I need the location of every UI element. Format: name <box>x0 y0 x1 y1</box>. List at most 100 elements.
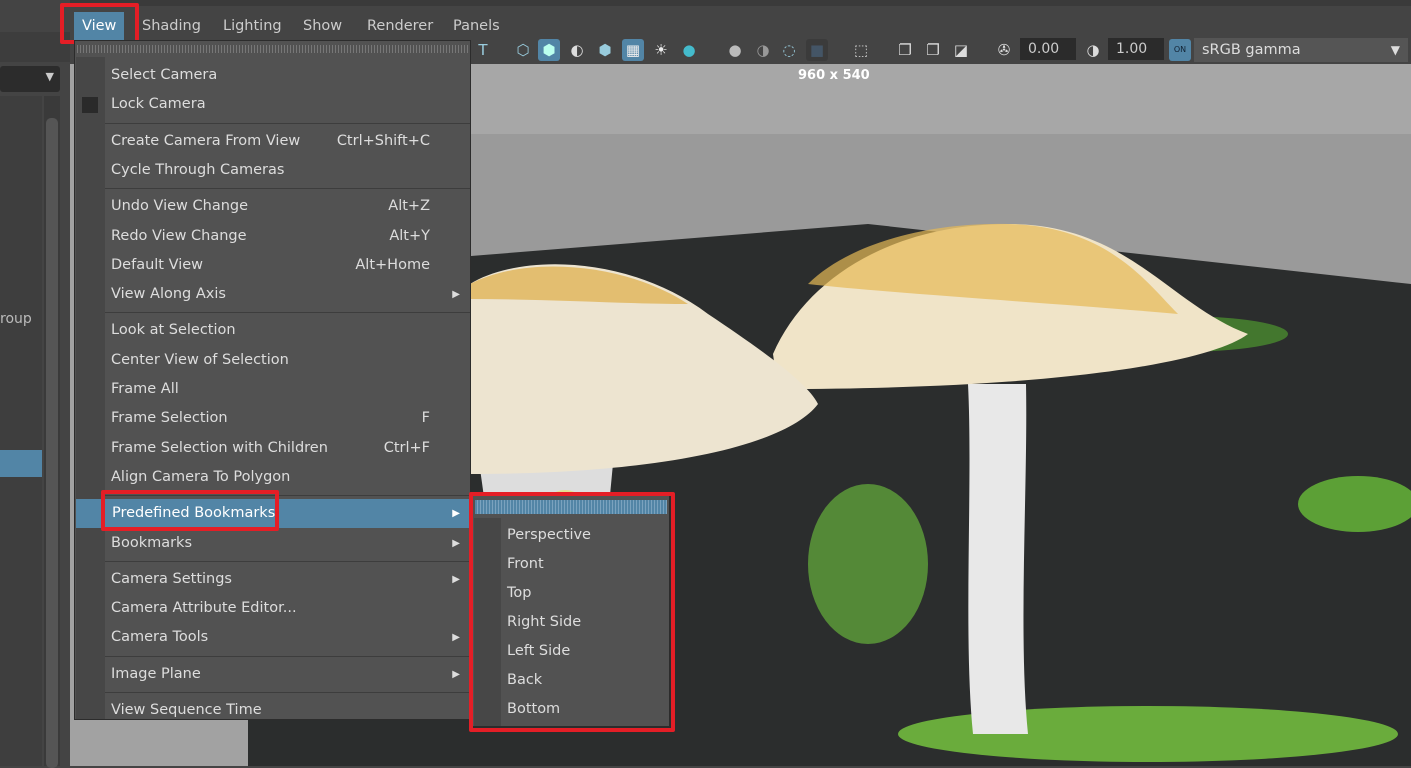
menu-item[interactable]: Cycle Through Cameras <box>105 156 470 185</box>
menu-item[interactable]: Bookmarks ▶ <box>105 529 470 558</box>
menu-item-label: Frame Selection with Children <box>111 439 328 456</box>
gamma-icon[interactable]: ◑ <box>1082 39 1104 61</box>
menu-gutter <box>76 57 105 719</box>
text-icon[interactable]: T <box>472 39 494 61</box>
menu-separator <box>105 188 470 190</box>
ambient-occlusion-icon[interactable]: ● <box>724 39 746 61</box>
color-space-dropdown[interactable]: sRGB gamma ▼ <box>1194 38 1408 62</box>
menu-item[interactable]: Image Plane ▶ <box>105 660 470 689</box>
submenu-arrow-icon: ▶ <box>452 289 460 301</box>
menu-separator <box>105 655 470 657</box>
menu-item[interactable]: Frame Selection with Children Ctrl+F <box>105 434 470 463</box>
menu-item-label: Lock Camera <box>111 96 206 113</box>
menu-item-label: Look at Selection <box>111 322 236 339</box>
shortcut-label: Alt+Y <box>389 227 430 244</box>
menu-item[interactable]: Redo View Change Alt+Y <box>105 222 470 251</box>
outliner-selected-row[interactable] <box>0 450 42 477</box>
scrollbar-thumb[interactable] <box>46 118 58 768</box>
menu-item-label: View Along Axis <box>111 286 226 303</box>
outliner-item-label[interactable]: roup <box>0 311 32 327</box>
menu-item[interactable]: Undo View Change Alt+Z <box>105 192 470 221</box>
menu-item-label: Center View of Selection <box>111 351 289 368</box>
menu-lighting[interactable]: Lighting <box>215 12 290 40</box>
menu-item-label: Camera Attribute Editor... <box>111 600 297 617</box>
shortcut-label: Alt+Home <box>355 256 430 273</box>
leaf <box>808 484 928 644</box>
color-management-toggle[interactable]: ON <box>1169 39 1191 61</box>
gamma-field[interactable]: 1.00 <box>1108 38 1164 60</box>
menu-item[interactable]: Camera Settings ▶ <box>105 565 470 594</box>
menu-item[interactable]: Default View Alt+Home <box>105 251 470 280</box>
exposure-field[interactable]: 0.00 <box>1020 38 1076 60</box>
menu-item-label: Cycle Through Cameras <box>111 161 285 178</box>
gate-mask-icon[interactable]: ❐ <box>922 39 944 61</box>
menu-item[interactable]: Look at Selection <box>105 316 470 345</box>
panel-menubar: View Shading Lighting Show Renderer Pane… <box>70 0 1411 40</box>
menu-item[interactable]: Create Camera From View Ctrl+Shift+C <box>105 127 470 156</box>
menu-show[interactable]: Show <box>295 12 350 40</box>
annotation-view-highlight <box>60 3 139 44</box>
menu-separator <box>105 692 470 693</box>
menu-item-label: Image Plane <box>111 665 201 682</box>
menu-separator <box>105 560 470 562</box>
menu-item[interactable]: View Sequence Time <box>105 696 470 725</box>
left-panel: ▼ roup <box>0 0 70 768</box>
menu-item[interactable]: Select Camera <box>105 61 470 90</box>
chevron-down-icon: ▼ <box>1390 43 1400 57</box>
smooth-shade-icon[interactable]: ⬢ <box>538 39 560 61</box>
menu-item[interactable]: Frame All <box>105 375 470 404</box>
annotation-predefined-bookmarks <box>101 490 279 531</box>
menu-item[interactable]: Align Camera To Polygon <box>105 463 470 492</box>
menu-shading[interactable]: Shading <box>134 12 209 40</box>
left-dropdown[interactable]: ▼ <box>0 66 60 92</box>
antialias-icon[interactable]: ◌ <box>778 39 800 61</box>
exposure-icon[interactable]: ✇ <box>993 39 1015 61</box>
isolate-select-icon[interactable]: ⬚ <box>850 39 872 61</box>
menu-item[interactable]: View Along Axis ▶ <box>105 280 470 309</box>
submenu-arrow-icon: ▶ <box>452 573 460 585</box>
shortcut-label: F <box>421 410 430 427</box>
menu-renderer[interactable]: Renderer <box>359 12 441 40</box>
outliner-list <box>0 96 42 766</box>
menu-item-label: Frame All <box>111 381 179 397</box>
menu-item[interactable]: Frame Selection F <box>105 404 470 433</box>
submenu-arrow-icon: ▶ <box>452 632 460 644</box>
tear-off-handle[interactable] <box>77 45 470 53</box>
menu-item-label: Undo View Change <box>111 198 249 215</box>
image-plane-icon[interactable]: ◪ <box>950 39 972 61</box>
menu-item-label: Bookmarks <box>111 534 193 551</box>
lock-camera-checkbox[interactable] <box>82 97 98 114</box>
scrollbar[interactable] <box>44 96 60 768</box>
menu-separator <box>105 122 470 124</box>
depth-of-field-icon[interactable]: ■ <box>806 39 828 61</box>
submenu-arrow-icon: ▶ <box>452 508 460 520</box>
textured-icon[interactable]: ▦ <box>622 39 644 61</box>
chevron-down-icon: ▼ <box>45 70 54 83</box>
viewport-toolbar: T ⬡ ⬢ ◐ ⬢ ▦ ☀ ● ● ◑ ◌ ■ ⬚ ❐ ❐ ◪ ✇ 0.00 ◑… <box>470 36 1411 64</box>
menu-item-label: Align Camera To Polygon <box>111 468 291 485</box>
annotation-submenu <box>469 492 675 732</box>
menu-item-label: Select Camera <box>111 67 218 83</box>
menu-item[interactable]: Camera Tools ▶ <box>105 623 470 652</box>
view-menu: Select Camera Lock Camera Create Camera Fr… <box>74 40 471 720</box>
resolution-gate-icon[interactable]: ❐ <box>894 39 916 61</box>
menu-item-label: Frame Selection <box>111 410 228 427</box>
menu-item[interactable]: Camera Attribute Editor... <box>105 594 470 623</box>
default-material-icon[interactable]: ◐ <box>566 39 588 61</box>
menu-item[interactable]: Center View of Selection <box>105 346 470 375</box>
shadows-icon[interactable]: ● <box>678 39 700 61</box>
menu-separator <box>105 312 470 314</box>
motion-blur-icon[interactable]: ◑ <box>752 39 774 61</box>
color-space-value: sRGB gamma <box>1202 42 1301 58</box>
menu-item[interactable]: Lock Camera <box>105 90 470 119</box>
shortcut-label: Ctrl+Shift+C <box>336 132 430 149</box>
lights-icon[interactable]: ☀ <box>650 39 672 61</box>
shortcut-label: Ctrl+F <box>383 439 430 456</box>
wireframe-icon[interactable]: ⬡ <box>512 39 534 61</box>
mushroom-stem <box>968 384 1028 734</box>
resolution-label: 960 x 540 <box>798 68 870 83</box>
wireframe-on-shaded-icon[interactable]: ⬢ <box>594 39 616 61</box>
submenu-arrow-icon: ▶ <box>452 668 460 680</box>
shortcut-label: Alt+Z <box>388 198 430 215</box>
menu-item-label: View Sequence Time <box>111 702 262 718</box>
